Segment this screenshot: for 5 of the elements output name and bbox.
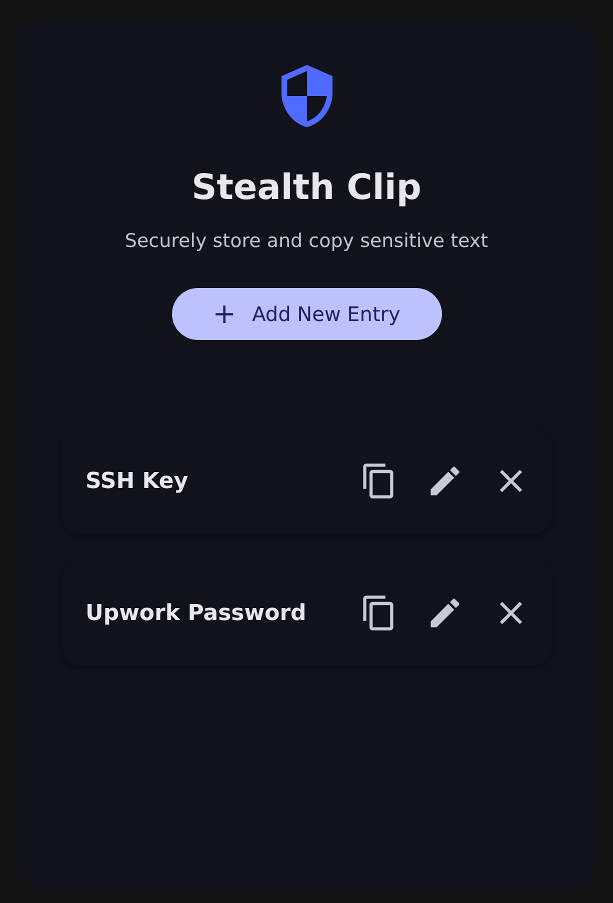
entry-name: Upwork Password: [86, 600, 306, 626]
entry-name: SSH Key: [86, 468, 188, 494]
app-title: Stealth Clip: [192, 168, 422, 208]
add-entry-button[interactable]: + Add New Entry: [172, 288, 442, 340]
app-subtitle: Securely store and copy sensitive text: [124, 230, 488, 252]
